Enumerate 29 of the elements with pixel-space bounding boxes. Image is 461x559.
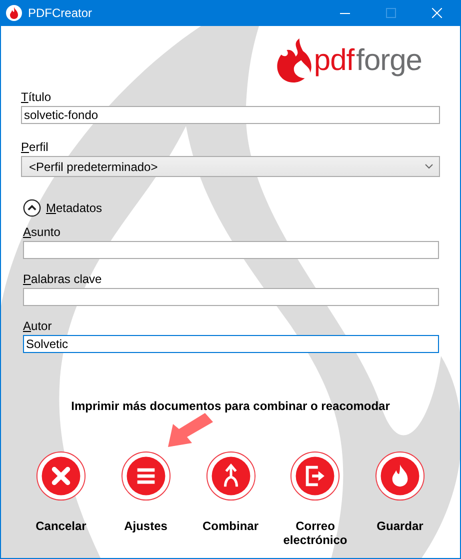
maximize-icon [386,8,396,18]
action-button[interactable]: Guardar [360,451,440,547]
action-button[interactable]: Combinar [190,451,270,547]
metadata-input-field[interactable] [23,288,439,306]
app-logo-icon [6,5,22,21]
metadata-input-field[interactable]: Solvetic [23,335,439,353]
pointer-arrow-icon [167,412,215,448]
chevron-down-icon [425,164,433,169]
field-label: Perfil [21,140,48,154]
field-label: Asunto [23,225,60,239]
title-input-field[interactable]: solvetic-fondo [21,106,440,124]
flame-icon [375,451,425,501]
close-icon [432,8,442,18]
action-button[interactable]: Ajustes [106,451,186,547]
close-icon [36,451,86,501]
field-label: Palabras clave [23,272,102,286]
pdfforge-logo: pdfforge [274,38,422,84]
field-label: Título [21,90,52,104]
action-button[interactable]: Cancelar [21,451,101,547]
chevron-up-icon [23,199,41,217]
info-message: Imprimir más documentos para combinar o reacomodar [71,399,390,413]
metadata-input-field[interactable] [23,241,439,259]
window-title: PDFCreator [28,6,92,20]
profile-dropdown[interactable]: <Perfil predeterminado> [21,156,440,177]
metadata-expander[interactable]: Metadatos [23,199,102,217]
action-button[interactable]: Correo electrónico [275,451,356,547]
field-label: Autor [23,319,52,333]
minimize-icon [340,12,350,14]
menu-icon [120,451,171,501]
